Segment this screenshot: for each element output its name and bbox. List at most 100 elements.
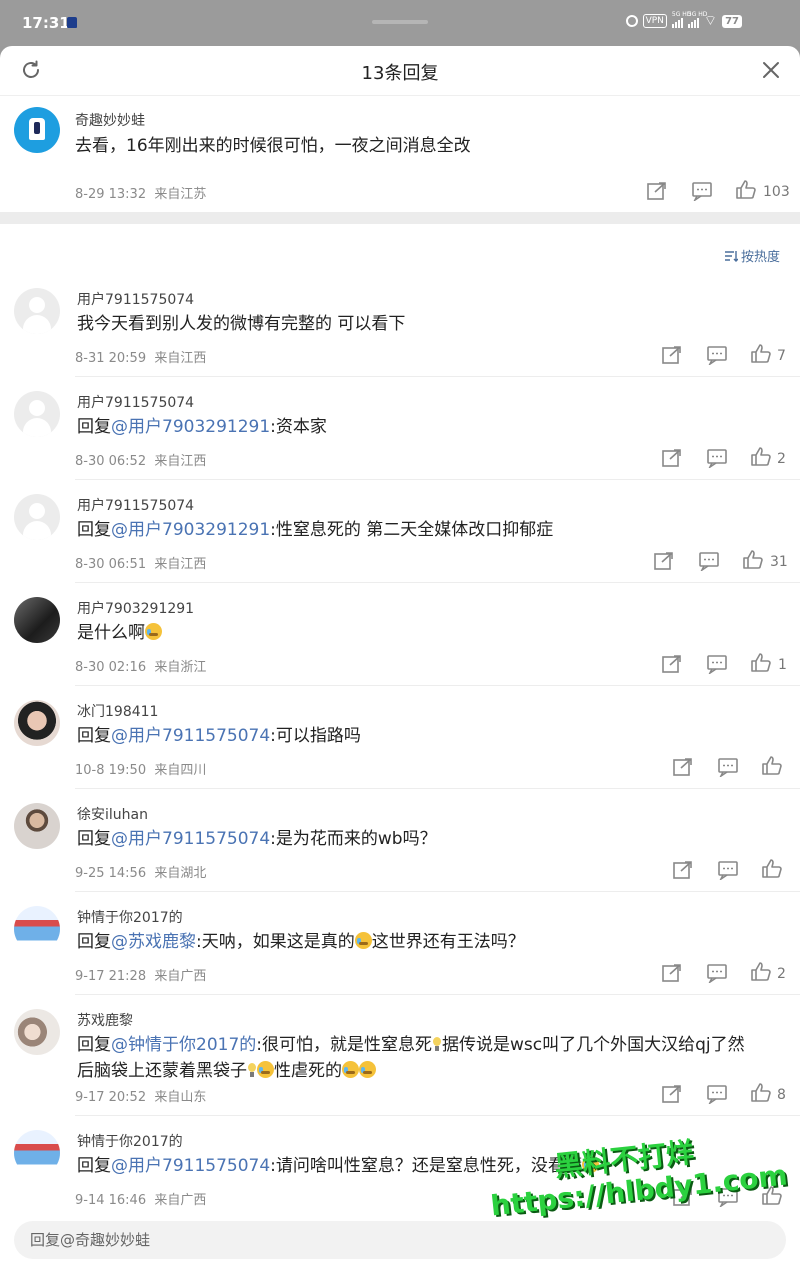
like-count: 2 — [777, 451, 786, 467]
share-icon[interactable] — [661, 654, 683, 674]
comment-icon[interactable] — [691, 181, 713, 201]
sort-button[interactable]: 按热度 — [724, 246, 780, 265]
avatar[interactable] — [14, 1009, 60, 1055]
share-icon[interactable] — [661, 963, 683, 983]
avatar[interactable] — [14, 1130, 60, 1176]
share-icon[interactable] — [661, 1084, 683, 1104]
comment-text: 去看，16年刚出来的时候很可怕，一夜之间消息全改 — [75, 136, 471, 156]
avatar[interactable] — [14, 700, 60, 746]
status-bar: 17:31 VPN 5G HD 5G HD ⌔ 77 — [0, 0, 800, 46]
root-comment: 奇趣妙妙蛙 去看，16年刚出来的时候很可怕，一夜之间消息全改 8-29 13:3… — [0, 97, 800, 209]
comment-username[interactable]: 苏戏鹿黎 — [77, 1010, 133, 1030]
comment-meta: 8-29 13:32 来自江苏 — [75, 187, 207, 202]
divider — [75, 479, 800, 480]
section-divider — [0, 212, 800, 224]
comment-username[interactable]: 奇趣妙妙蛙 — [75, 110, 145, 130]
mention-link[interactable]: @苏戏鹿黎 — [111, 932, 196, 952]
reply-sheet: 13条回复 奇趣妙妙蛙 去看，16年刚出来的时候很可怕，一夜之间消息全改 8-2… — [0, 46, 800, 1265]
comment-username[interactable]: 用户7911575074 — [77, 392, 194, 412]
comment-username[interactable]: 用户7903291291 — [77, 598, 194, 618]
comment-icon[interactable] — [706, 345, 728, 365]
comment-icon[interactable] — [717, 1187, 739, 1207]
avatar[interactable] — [14, 288, 60, 334]
avatar[interactable] — [14, 906, 60, 952]
like-icon[interactable] — [750, 652, 772, 672]
share-icon[interactable] — [646, 181, 668, 201]
crying-emoji-icon — [257, 1061, 274, 1078]
comment-icon[interactable] — [717, 860, 739, 880]
comment-username[interactable]: 用户7911575074 — [77, 289, 194, 309]
sort-icon — [725, 250, 738, 262]
crying-emoji-icon — [145, 623, 162, 640]
share-icon[interactable] — [653, 551, 675, 571]
close-icon[interactable] — [760, 59, 782, 81]
share-icon[interactable] — [661, 345, 683, 365]
comment-text: 回复@苏戏鹿黎:天呐，如果这是真的 这世界还有王法吗？ — [77, 932, 525, 952]
like-icon[interactable] — [735, 179, 757, 199]
comment-icon[interactable] — [706, 1084, 728, 1104]
avatar[interactable] — [14, 494, 60, 540]
comment-meta: 8-31 20:59 来自江西 — [75, 351, 207, 366]
comment-icon[interactable] — [698, 551, 720, 571]
status-icons: VPN 5G HD 5G HD ⌔ 77 — [625, 11, 742, 28]
alarm-icon — [625, 15, 638, 27]
comment-username[interactable]: 冰门198411 — [77, 701, 158, 721]
comment-username[interactable]: 钟情于你2017的 — [77, 907, 183, 927]
like-count: 7 — [777, 348, 786, 364]
comment-username[interactable]: 钟情于你2017的 — [77, 1131, 183, 1151]
like-icon[interactable] — [750, 1082, 772, 1102]
notification-icon — [67, 17, 77, 28]
share-icon[interactable] — [672, 1187, 694, 1207]
status-time: 17:31 — [22, 14, 70, 32]
battery-icon: 77 — [722, 14, 742, 28]
share-icon[interactable] — [661, 448, 683, 468]
mention-link[interactable]: @用户7903291291 — [111, 417, 270, 437]
comment-text: 回复@用户7911575074:是为花而来的wb吗？ — [77, 829, 437, 849]
mention-link[interactable]: @用户7911575074 — [111, 829, 270, 849]
divider — [75, 376, 800, 377]
like-icon[interactable] — [761, 1185, 783, 1205]
like-count: 31 — [770, 554, 788, 570]
comment-text: 我今天看到别人发的微博有完整的 可以看下 — [77, 314, 406, 334]
crying-emoji-icon — [342, 1061, 359, 1078]
avatar[interactable] — [14, 107, 60, 153]
like-icon[interactable] — [761, 858, 783, 878]
mention-link[interactable]: @用户7903291291 — [111, 520, 270, 540]
like-icon[interactable] — [750, 961, 772, 981]
like-count: 8 — [777, 1087, 786, 1103]
like-count: 1 — [778, 657, 787, 673]
like-icon[interactable] — [742, 549, 764, 569]
comment-username[interactable]: 徐安iluhan — [77, 804, 148, 824]
mention-link[interactable]: @用户7911575074 — [111, 1156, 270, 1176]
avatar[interactable] — [14, 803, 60, 849]
share-icon[interactable] — [672, 757, 694, 777]
comment-text: 回复@用户7911575074:请问啥叫性窒息？还是窒息性死，没看懂 — [77, 1153, 599, 1179]
mention-link[interactable]: @用户7911575074 — [111, 726, 270, 746]
comment-icon[interactable] — [706, 448, 728, 468]
like-icon[interactable] — [750, 446, 772, 466]
crying-emoji-icon — [359, 1061, 376, 1078]
comment-text: 回复@用户7903291291:资本家 — [77, 417, 327, 437]
sheet-title: 13条回复 — [361, 63, 439, 84]
drag-handle[interactable] — [372, 20, 428, 24]
mention-link[interactable]: @钟情于你2017的 — [111, 1035, 256, 1055]
like-icon[interactable] — [750, 343, 772, 363]
comment-text: 回复@用户7911575074:可以指路吗 — [77, 726, 361, 746]
comment-text: 是什么啊 — [77, 620, 162, 646]
bulb-emoji-icon — [247, 1063, 257, 1078]
comment-meta: 8-30 06:52 来自江西 — [75, 454, 207, 469]
crying-emoji-icon — [354, 932, 372, 949]
like-icon[interactable] — [761, 755, 783, 775]
comment-icon[interactable] — [706, 654, 728, 674]
reply-input[interactable] — [14, 1221, 786, 1259]
share-icon[interactable] — [672, 860, 694, 880]
comment-meta: 8-30 02:16 来自浙江 — [75, 660, 207, 675]
comment-meta: 10-8 19:50 来自四川 — [75, 763, 207, 778]
divider — [75, 685, 800, 686]
divider — [75, 1115, 800, 1116]
comment-icon[interactable] — [706, 963, 728, 983]
comment-username[interactable]: 用户7911575074 — [77, 495, 194, 515]
avatar[interactable] — [14, 391, 60, 437]
avatar[interactable] — [14, 597, 60, 643]
comment-icon[interactable] — [717, 757, 739, 777]
